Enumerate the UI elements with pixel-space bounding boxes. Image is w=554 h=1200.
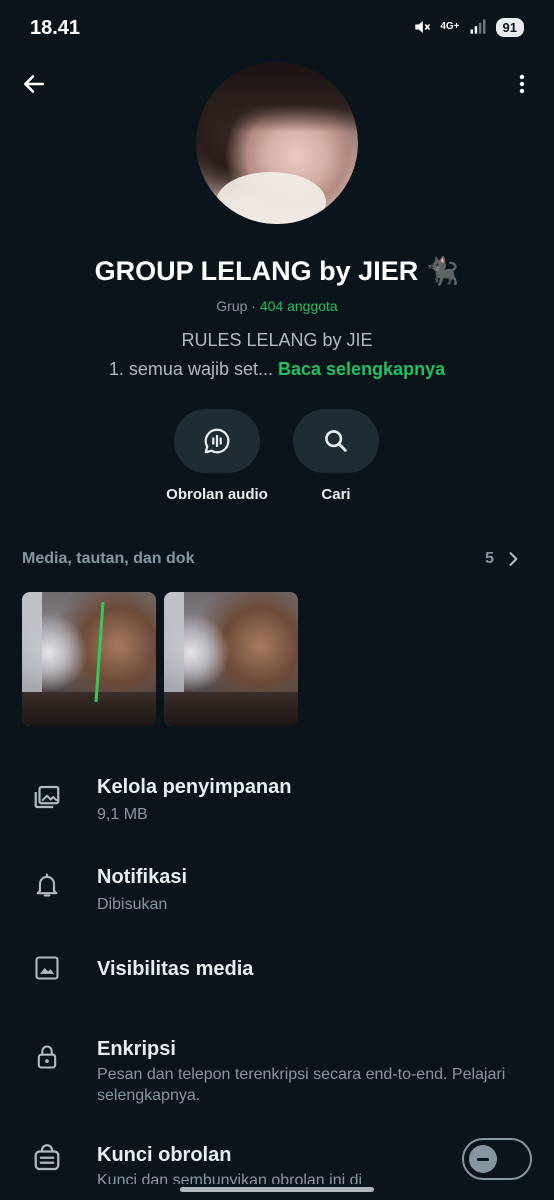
meta-separator: · — [251, 298, 256, 314]
group-name[interactable]: GROUP LELANG by JIER 🐈‍⬛ — [0, 255, 554, 287]
group-description: 1. semua wajib set... Baca selengkapnya — [0, 359, 554, 380]
group-avatar[interactable] — [196, 62, 358, 224]
image-icon — [32, 953, 62, 983]
audio-chat-icon — [204, 428, 230, 454]
audio-chat-label: Obrolan audio — [166, 486, 268, 503]
notifications-row[interactable]: Notifikasi Dibisukan — [0, 862, 554, 922]
search-button[interactable]: Cari — [271, 409, 401, 503]
row-subtitle: Dibisukan — [97, 896, 168, 913]
search-icon — [325, 430, 347, 452]
group-type: Grup — [216, 298, 248, 314]
status-time: 18.41 — [30, 17, 81, 39]
search-label: Cari — [321, 486, 351, 503]
avatar-photo-detail — [196, 62, 358, 132]
audio-chat-circle[interactable] — [174, 409, 260, 473]
media-thumbnail[interactable] — [164, 592, 298, 726]
more-vertical-icon — [519, 74, 525, 94]
media-visibility-row[interactable]: Visibilitas media — [0, 950, 554, 990]
arrow-left-icon — [24, 75, 44, 93]
chevron-right-icon — [509, 552, 518, 566]
row-title: Kunci obrolan — [97, 1144, 232, 1166]
row-title: Notifikasi — [97, 866, 188, 888]
status-icons: 4G+ 91 — [412, 17, 524, 37]
encryption-row[interactable]: Enkripsi Pesan dan telepon terenkripsi s… — [0, 1034, 554, 1114]
thumbnail-detail — [164, 692, 298, 726]
group-meta: Grup · 404 anggota — [0, 298, 554, 314]
battery-badge: 91 — [495, 17, 524, 37]
toggle-knob — [469, 1145, 497, 1173]
manage-storage-row[interactable]: Kelola penyimpanan 9,1 MB — [0, 772, 554, 832]
signal-icon — [470, 19, 486, 34]
minus-icon — [477, 1157, 489, 1161]
read-more-link[interactable]: Baca selengkapnya — [278, 359, 445, 379]
section-divider — [0, 526, 554, 534]
member-count-link[interactable]: 404 anggota — [260, 298, 338, 314]
bell-icon — [32, 870, 62, 900]
media-header[interactable]: Media, tautan, dan dok 5 — [22, 548, 532, 572]
back-button[interactable] — [14, 64, 54, 104]
row-subtitle: Pesan dan telepon terenkripsi secara end… — [97, 1066, 506, 1104]
group-description-text: 1. semua wajib set... — [108, 359, 273, 379]
thumbnail-detail — [94, 602, 105, 702]
thumbnail-detail — [22, 692, 156, 726]
group-description-title: RULES LELANG by JIE — [181, 330, 373, 350]
media-count: 5 — [485, 550, 494, 567]
chat-lock-toggle[interactable] — [462, 1138, 532, 1180]
status-bar: 18.41 4G+ 91 — [0, 0, 554, 56]
chat-lock-icon — [32, 1144, 62, 1174]
row-subtitle: 9,1 MB — [97, 806, 148, 823]
media-chevron[interactable] — [502, 548, 524, 570]
section-divider — [0, 738, 554, 746]
row-title: Visibilitas media — [97, 958, 254, 980]
row-title: Enkripsi — [97, 1038, 176, 1060]
row-title: Kelola penyimpanan — [97, 776, 292, 798]
media-thumbnail[interactable] — [22, 592, 156, 726]
storage-icon — [32, 782, 62, 812]
network-type: 4G+ — [440, 21, 460, 32]
home-indicator[interactable] — [180, 1187, 374, 1192]
section-divider — [0, 1006, 554, 1014]
audio-chat-button[interactable]: Obrolan audio — [152, 409, 282, 503]
row-subtitle: Kunci dan sembunyikan obrolan ini di — [97, 1172, 363, 1184]
action-buttons: Obrolan audio Cari — [0, 409, 554, 509]
media-title: Media, tautan, dan dok — [22, 550, 195, 567]
mute-icon — [415, 21, 431, 33]
lock-icon — [32, 1042, 62, 1072]
avatar-photo-detail — [216, 172, 326, 224]
search-circle[interactable] — [293, 409, 379, 473]
more-options-button[interactable] — [502, 64, 542, 104]
